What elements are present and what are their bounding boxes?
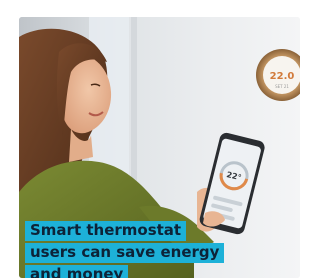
promo-card[interactable]: 22.0 SET 21 22° Smart thermostat users c…: [19, 17, 300, 278]
thermostat-set-label: SET 21: [275, 84, 289, 89]
thermostat-temperature: 22.0: [270, 71, 295, 82]
caption-overlay: Smart thermostat users can save energy a…: [25, 221, 285, 278]
caption-line-1: Smart thermostat: [25, 221, 187, 241]
caption-line-3: and money: [25, 265, 129, 278]
caption-line-2: users can save energy: [25, 243, 225, 263]
